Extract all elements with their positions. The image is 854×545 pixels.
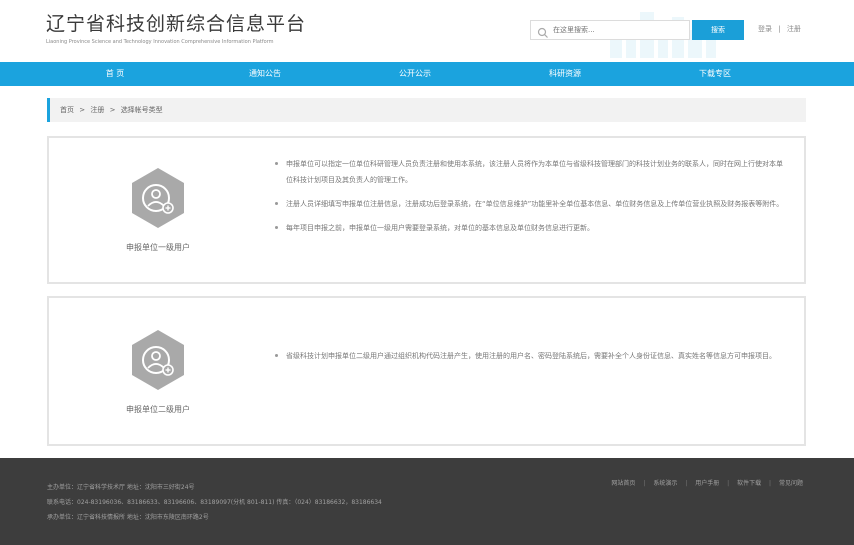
login-link[interactable]: 登录 bbox=[758, 25, 772, 33]
nav-item-publicity[interactable]: 公开公示 bbox=[340, 62, 490, 86]
role-block: 申报单位一级用户 bbox=[113, 166, 203, 253]
auth-separator: | bbox=[778, 25, 781, 33]
breadcrumb-current: 选择帐号类型 bbox=[120, 106, 163, 114]
footer-links: 网站首页 | 系统演示 | 用户手册 | 软件下载 | 常见问题 bbox=[608, 478, 806, 487]
footer-link-separator: | bbox=[685, 480, 688, 487]
site-header: 辽宁省科技创新综合信息平台 Liaoning Province Science … bbox=[0, 0, 854, 62]
footer-link-manual[interactable]: 用户手册 bbox=[695, 480, 719, 487]
breadcrumb-separator: > bbox=[109, 106, 116, 114]
role-description-list: 省级科技计划申报单位二级用户通过组织机构代码注册产生，使用注册的用户名、密码登陆… bbox=[274, 348, 784, 372]
account-type-card-level1[interactable]: 申报单位一级用户 申报单位可以指定一位单位科研管理人员负责注册和使用本系统，该注… bbox=[47, 136, 806, 284]
footer-sponsor: 主办单位：辽宁省科学技术厅 地址：沈阳市三好街24号 bbox=[47, 484, 195, 491]
user-badge-icon bbox=[132, 330, 184, 390]
footer-link-software[interactable]: 软件下载 bbox=[737, 480, 761, 487]
list-item: 申报单位可以指定一位单位科研管理人员负责注册和使用本系统，该注册人员将作为本单位… bbox=[274, 156, 784, 188]
breadcrumb-separator: > bbox=[79, 106, 86, 114]
footer-info: 主办单位：辽宁省科学技术厅 地址：沈阳市三好街24号 联系电话：024-8319… bbox=[47, 480, 382, 525]
main-nav: 首 页 通知公告 公开公示 科研资源 下载专区 bbox=[0, 62, 854, 86]
role-block: 申报单位二级用户 bbox=[113, 328, 203, 415]
search-input[interactable] bbox=[553, 22, 683, 38]
footer-link-separator: | bbox=[727, 480, 730, 487]
site-logo[interactable]: 辽宁省科技创新综合信息平台 Liaoning Province Science … bbox=[46, 12, 306, 45]
footer-link-faq[interactable]: 常见问题 bbox=[779, 480, 803, 487]
footer-link-separator: | bbox=[643, 480, 646, 487]
footer-contact: 联系电话：024-83196036、83186633、83196606、8318… bbox=[47, 499, 382, 506]
footer-organizer: 承办单位：辽宁省科技情报所 地址：沈阳市东陵区南环路2号 bbox=[47, 514, 209, 521]
footer-link-demo[interactable]: 系统演示 bbox=[653, 480, 677, 487]
footer-link-separator: | bbox=[769, 480, 772, 487]
auth-links: 登录 | 注册 bbox=[756, 24, 803, 34]
role-label: 申报单位一级用户 bbox=[126, 243, 190, 252]
role-description-list: 申报单位可以指定一位单位科研管理人员负责注册和使用本系统，该注册人员将作为本单位… bbox=[274, 156, 784, 244]
list-item: 注册人员详细填写申报单位注册信息，注册成功后登录系统，在“单位信息维护”功能里补… bbox=[274, 196, 784, 212]
register-link[interactable]: 注册 bbox=[787, 25, 801, 33]
footer-link-home[interactable]: 网站首页 bbox=[611, 480, 635, 487]
nav-item-home[interactable]: 首 页 bbox=[40, 62, 190, 86]
list-item: 每年项目申报之前，申报单位一级用户需要登录系统，对单位的基本信息及单位财务信息进… bbox=[274, 220, 784, 236]
nav-item-notices[interactable]: 通知公告 bbox=[190, 62, 340, 86]
search-button[interactable]: 搜索 bbox=[692, 20, 744, 40]
nav-item-downloads[interactable]: 下载专区 bbox=[640, 62, 790, 86]
site-footer: 主办单位：辽宁省科学技术厅 地址：沈阳市三好街24号 联系电话：024-8319… bbox=[0, 458, 854, 545]
breadcrumb-register[interactable]: 注册 bbox=[90, 106, 104, 114]
account-type-card-level2[interactable]: 申报单位二级用户 省级科技计划申报单位二级用户通过组织机构代码注册产生，使用注册… bbox=[47, 296, 806, 446]
site-title: 辽宁省科技创新综合信息平台 bbox=[46, 13, 307, 35]
user-badge-icon bbox=[132, 168, 184, 228]
role-label: 申报单位二级用户 bbox=[126, 405, 190, 414]
breadcrumb-home[interactable]: 首页 bbox=[60, 106, 74, 114]
site-subtitle: Liaoning Province Science and Technology… bbox=[46, 39, 274, 45]
breadcrumb: 首页 > 注册 > 选择帐号类型 bbox=[47, 98, 806, 122]
search-icon bbox=[537, 24, 549, 38]
list-item: 省级科技计划申报单位二级用户通过组织机构代码注册产生，使用注册的用户名、密码登陆… bbox=[274, 348, 784, 364]
search-box bbox=[530, 20, 690, 40]
nav-item-resources[interactable]: 科研资源 bbox=[490, 62, 640, 86]
